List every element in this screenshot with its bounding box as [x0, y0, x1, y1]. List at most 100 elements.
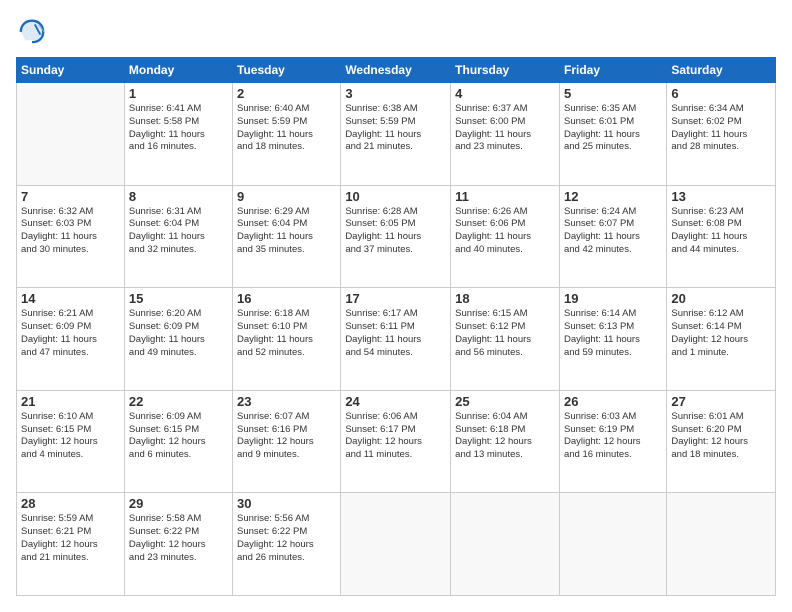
day-info: Sunrise: 6:31 AM Sunset: 6:04 PM Dayligh… [129, 206, 228, 257]
calendar-week-row: 14Sunrise: 6:21 AM Sunset: 6:09 PM Dayli… [17, 288, 776, 391]
calendar-cell: 11 Sunrise: 6:26 AM Sunset: 6:06 PM Dayli… [451, 185, 560, 288]
calendar-cell: 20 Sunrise: 6:12 AM Sunset: 6:14 PM Dayli… [667, 288, 776, 391]
day-number: 27 [671, 394, 771, 409]
day-info: Sunrise: 6:38 AM Sunset: 5:59 PM Dayligh… [345, 103, 446, 154]
calendar-cell: 18 Sunrise: 6:15 AM Sunset: 6:12 PM Dayli… [451, 288, 560, 391]
day-number: 7 [21, 189, 120, 204]
day-number: 8 [129, 189, 228, 204]
day-info: Sunrise: 6:07 AM Sunset: 6:16 PM Dayligh… [237, 411, 336, 462]
calendar-cell: 3Sunrise: 6:38 AM Sunset: 5:59 PM Daylig… [341, 83, 451, 186]
day-info: Sunrise: 6:03 AM Sunset: 6:19 PM Dayligh… [564, 411, 662, 462]
weekday-header-tuesday: Tuesday [233, 58, 341, 83]
calendar-cell: 24 Sunrise: 6:06 AM Sunset: 6:17 PM Dayli… [341, 390, 451, 493]
day-number: 20 [671, 291, 771, 306]
calendar-cell: 1 Sunrise: 6:41 AM Sunset: 5:58 PM Daylig… [124, 83, 232, 186]
day-info: Sunrise: 6:10 AM Sunset: 6:15 PM Dayligh… [21, 411, 120, 462]
calendar-cell: 10 Sunrise: 6:28 AM Sunset: 6:05 PM Dayli… [341, 185, 451, 288]
calendar-week-row: 21 Sunrise: 6:10 AM Sunset: 6:15 PM Dayli… [17, 390, 776, 493]
day-info: Sunrise: 6:14 AM Sunset: 6:13 PM Dayligh… [564, 308, 662, 359]
day-number: 23 [237, 394, 336, 409]
day-number: 17 [345, 291, 446, 306]
day-number: 19 [564, 291, 662, 306]
day-info: Sunrise: 6:40 AM Sunset: 5:59 PM Dayligh… [237, 103, 336, 154]
header [16, 16, 776, 49]
day-number: 22 [129, 394, 228, 409]
day-info: Sunrise: 5:58 AM Sunset: 6:22 PM Dayligh… [129, 513, 228, 564]
day-info: Sunrise: 6:15 AM Sunset: 6:12 PM Dayligh… [455, 308, 555, 359]
day-number: 21 [21, 394, 120, 409]
day-number: 4 [455, 86, 555, 101]
day-number: 26 [564, 394, 662, 409]
day-info: Sunrise: 6:24 AM Sunset: 6:07 PM Dayligh… [564, 206, 662, 257]
day-number: 28 [21, 496, 120, 511]
day-info: Sunrise: 6:04 AM Sunset: 6:18 PM Dayligh… [455, 411, 555, 462]
calendar-cell: 30 Sunrise: 5:56 AM Sunset: 6:22 PM Dayli… [233, 493, 341, 596]
day-number: 18 [455, 291, 555, 306]
calendar-cell: 17 Sunrise: 6:17 AM Sunset: 6:11 PM Dayli… [341, 288, 451, 391]
day-info: Sunrise: 6:17 AM Sunset: 6:11 PM Dayligh… [345, 308, 446, 359]
calendar-cell: 26 Sunrise: 6:03 AM Sunset: 6:19 PM Dayli… [559, 390, 666, 493]
calendar-cell [667, 493, 776, 596]
calendar-cell: 9Sunrise: 6:29 AM Sunset: 6:04 PM Daylig… [233, 185, 341, 288]
weekday-header-monday: Monday [124, 58, 232, 83]
calendar-cell: 29 Sunrise: 5:58 AM Sunset: 6:22 PM Dayli… [124, 493, 232, 596]
calendar-cell [559, 493, 666, 596]
day-number: 30 [237, 496, 336, 511]
calendar-cell: 13 Sunrise: 6:23 AM Sunset: 6:08 PM Dayli… [667, 185, 776, 288]
calendar-week-row: 7 Sunrise: 6:32 AM Sunset: 6:03 PM Daylig… [17, 185, 776, 288]
calendar-cell: 27 Sunrise: 6:01 AM Sunset: 6:20 PM Dayli… [667, 390, 776, 493]
calendar-cell [17, 83, 125, 186]
day-info: Sunrise: 6:26 AM Sunset: 6:06 PM Dayligh… [455, 206, 555, 257]
day-info: Sunrise: 6:37 AM Sunset: 6:00 PM Dayligh… [455, 103, 555, 154]
calendar-cell: 16 Sunrise: 6:18 AM Sunset: 6:10 PM Dayli… [233, 288, 341, 391]
day-number: 29 [129, 496, 228, 511]
day-info: Sunrise: 6:06 AM Sunset: 6:17 PM Dayligh… [345, 411, 446, 462]
calendar-cell: 14Sunrise: 6:21 AM Sunset: 6:09 PM Dayli… [17, 288, 125, 391]
day-number: 2 [237, 86, 336, 101]
day-number: 24 [345, 394, 446, 409]
day-number: 16 [237, 291, 336, 306]
day-info: Sunrise: 5:56 AM Sunset: 6:22 PM Dayligh… [237, 513, 336, 564]
day-info: Sunrise: 6:12 AM Sunset: 6:14 PM Dayligh… [671, 308, 771, 359]
weekday-header-wednesday: Wednesday [341, 58, 451, 83]
calendar-cell [451, 493, 560, 596]
calendar-cell: 7 Sunrise: 6:32 AM Sunset: 6:03 PM Daylig… [17, 185, 125, 288]
day-info: Sunrise: 6:32 AM Sunset: 6:03 PM Dayligh… [21, 206, 120, 257]
calendar-cell: 2 Sunrise: 6:40 AM Sunset: 5:59 PM Daylig… [233, 83, 341, 186]
day-info: Sunrise: 5:59 AM Sunset: 6:21 PM Dayligh… [21, 513, 120, 564]
calendar-cell [341, 493, 451, 596]
day-number: 1 [129, 86, 228, 101]
day-info: Sunrise: 6:29 AM Sunset: 6:04 PM Dayligh… [237, 206, 336, 257]
day-info: Sunrise: 6:35 AM Sunset: 6:01 PM Dayligh… [564, 103, 662, 154]
page: SundayMondayTuesdayWednesdayThursdayFrid… [0, 0, 792, 612]
day-info: Sunrise: 6:41 AM Sunset: 5:58 PM Dayligh… [129, 103, 228, 154]
logo-icon [18, 16, 46, 44]
day-number: 5 [564, 86, 662, 101]
day-info: Sunrise: 6:18 AM Sunset: 6:10 PM Dayligh… [237, 308, 336, 359]
calendar-cell: 4 Sunrise: 6:37 AM Sunset: 6:00 PM Daylig… [451, 83, 560, 186]
day-info: Sunrise: 6:23 AM Sunset: 6:08 PM Dayligh… [671, 206, 771, 257]
calendar-cell: 22 Sunrise: 6:09 AM Sunset: 6:15 PM Dayli… [124, 390, 232, 493]
calendar-cell: 19 Sunrise: 6:14 AM Sunset: 6:13 PM Dayli… [559, 288, 666, 391]
calendar-cell: 15Sunrise: 6:20 AM Sunset: 6:09 PM Dayli… [124, 288, 232, 391]
calendar-cell: 5 Sunrise: 6:35 AM Sunset: 6:01 PM Daylig… [559, 83, 666, 186]
day-info: Sunrise: 6:21 AM Sunset: 6:09 PM Dayligh… [21, 308, 120, 359]
calendar-week-row: 1 Sunrise: 6:41 AM Sunset: 5:58 PM Daylig… [17, 83, 776, 186]
calendar-week-row: 28 Sunrise: 5:59 AM Sunset: 6:21 PM Dayli… [17, 493, 776, 596]
day-info: Sunrise: 6:28 AM Sunset: 6:05 PM Dayligh… [345, 206, 446, 257]
calendar-cell: 8 Sunrise: 6:31 AM Sunset: 6:04 PM Daylig… [124, 185, 232, 288]
calendar-cell: 25 Sunrise: 6:04 AM Sunset: 6:18 PM Dayli… [451, 390, 560, 493]
day-info: Sunrise: 6:09 AM Sunset: 6:15 PM Dayligh… [129, 411, 228, 462]
weekday-header-sunday: Sunday [17, 58, 125, 83]
day-number: 13 [671, 189, 771, 204]
calendar-cell: 6Sunrise: 6:34 AM Sunset: 6:02 PM Daylig… [667, 83, 776, 186]
day-info: Sunrise: 6:34 AM Sunset: 6:02 PM Dayligh… [671, 103, 771, 154]
day-number: 25 [455, 394, 555, 409]
weekday-header-row: SundayMondayTuesdayWednesdayThursdayFrid… [17, 58, 776, 83]
day-info: Sunrise: 6:20 AM Sunset: 6:09 PM Dayligh… [129, 308, 228, 359]
day-number: 10 [345, 189, 446, 204]
calendar-cell: 21 Sunrise: 6:10 AM Sunset: 6:15 PM Dayli… [17, 390, 125, 493]
day-number: 11 [455, 189, 555, 204]
calendar-cell: 23 Sunrise: 6:07 AM Sunset: 6:16 PM Dayli… [233, 390, 341, 493]
day-info: Sunrise: 6:01 AM Sunset: 6:20 PM Dayligh… [671, 411, 771, 462]
